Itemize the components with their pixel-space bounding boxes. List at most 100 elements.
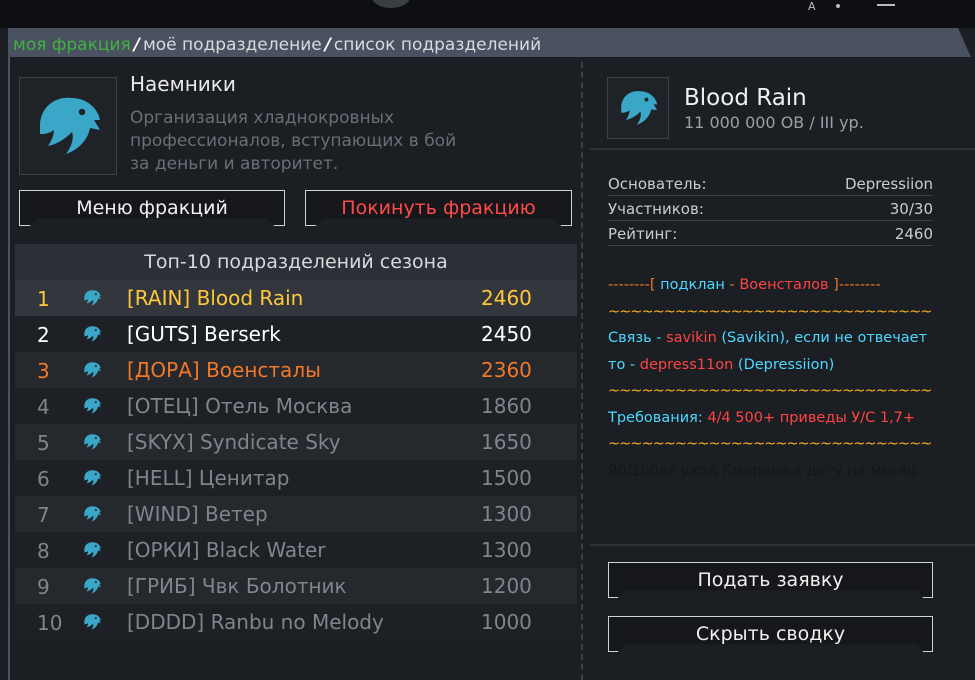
eagle-icon xyxy=(81,503,103,525)
founder-value: Depressiion xyxy=(844,175,933,193)
note-text: Военсталов xyxy=(739,277,829,293)
founder-label: Основатель: xyxy=(608,175,707,193)
eagle-icon xyxy=(81,539,103,561)
faction-menu-button[interactable]: Меню фракций xyxy=(19,190,285,226)
rating-value: 2460 xyxy=(894,225,933,243)
division-row-name: [ОРКИ] Black Water xyxy=(127,538,326,562)
rank-number: 10 xyxy=(37,611,63,635)
note-text: (Depressiion) xyxy=(733,356,835,373)
eagle-icon xyxy=(81,323,103,345)
note-text: --------[ xyxy=(608,277,661,293)
eagle-icon xyxy=(81,575,103,597)
division-row-score: 1650 xyxy=(481,430,532,454)
division-row-name: [SKYX] Syndicate Sky xyxy=(127,430,341,454)
division-row-name: [ОТЕЦ] Отель Москва xyxy=(127,394,353,418)
breadcrumb-my-division[interactable]: моё подразделение xyxy=(143,35,322,55)
status-indicator-dot xyxy=(836,4,840,8)
breadcrumb-separator: / xyxy=(324,35,331,55)
division-row-score: 2450 xyxy=(481,322,532,346)
breadcrumb-my-faction[interactable]: моя фракция xyxy=(13,35,131,55)
rating-row: Рейтинг: 2460 xyxy=(608,225,933,243)
note-text: savikin xyxy=(666,330,717,346)
division-row[interactable]: 5 [SKYX] Syndicate Sky 1650 xyxy=(15,424,577,460)
breadcrumb: моя фракция / моё подразделение / список под… xyxy=(13,35,541,55)
rank-number: 8 xyxy=(37,539,50,563)
leave-faction-button[interactable]: Покинуть фракцию xyxy=(305,190,572,226)
rank-number: 1 xyxy=(37,287,50,311)
note-wave: ~~~~~~~~~~~~~~~~~~~~~~~~~~~~~ xyxy=(608,303,932,320)
division-row-score: 1300 xyxy=(481,502,532,526)
eagle-icon xyxy=(81,359,103,381)
eagle-icon xyxy=(81,395,103,417)
eagle-icon xyxy=(81,431,103,453)
hide-summary-button[interactable]: Скрыть сводку xyxy=(608,616,933,652)
faction-name: Наемники xyxy=(130,72,236,96)
division-row[interactable]: 2 [GUTS] Berserk 2450 xyxy=(15,316,577,352)
note-line: 90/100кк уход Кмирана в доту на месяц xyxy=(608,462,917,479)
rank-number: 4 xyxy=(37,395,50,419)
division-row[interactable]: 9 [ГРИБ] Чвк Болотник 1200 xyxy=(15,568,577,604)
divider xyxy=(590,544,975,546)
apply-button[interactable]: Подать заявку xyxy=(608,562,933,598)
top-list-title: Топ-10 подразделений сезона xyxy=(15,244,577,280)
division-row-name: [RAIN] Blood Rain xyxy=(127,286,304,310)
note-line: то - depress11on (Depressiion) xyxy=(608,352,938,379)
division-subtitle: 11 000 000 ОВ / III ур. xyxy=(684,113,864,132)
members-label: Участников: xyxy=(608,200,704,218)
note-text: Требования: xyxy=(608,409,708,426)
note-wave: ~~~~~~~~~~~~~~~~~~~~~~~~~~~~~ xyxy=(608,436,932,452)
rank-number: 3 xyxy=(37,359,50,383)
top-list: 1 [RAIN] Blood Rain 2460 2 [GUTS] Berserk 245… xyxy=(15,280,577,640)
divider xyxy=(608,245,933,246)
note-text: depress11on xyxy=(639,356,734,373)
division-row[interactable]: 3 [ДОРА] Военсталы 2360 xyxy=(15,352,577,388)
faction-description: Организация хладнокровных профессионалов… xyxy=(130,108,457,174)
division-name: Blood Rain xyxy=(684,85,807,111)
division-row[interactable]: 4 [ОТЕЦ] Отель Москва 1860 xyxy=(15,388,577,424)
note-line: Связь - savikin (Savikin), если не отвеч… xyxy=(608,325,938,352)
divider xyxy=(608,220,933,221)
note-line: --------[ подклан - Военсталов ]-------- xyxy=(608,272,938,299)
members-row: Участников: 30/30 xyxy=(608,200,933,218)
division-row-score: 2460 xyxy=(481,286,532,310)
note-text: - xyxy=(651,330,667,346)
division-logo xyxy=(607,77,669,139)
division-row[interactable]: 7 [WIND] Ветер 1300 xyxy=(15,496,577,532)
division-row-score: 1000 xyxy=(481,610,532,634)
division-row[interactable]: 1 [RAIN] Blood Rain 2460 xyxy=(15,280,577,316)
rating-label: Рейтинг: xyxy=(608,225,678,243)
eagle-icon xyxy=(81,467,103,489)
division-row-score: 1300 xyxy=(481,538,532,562)
division-row[interactable]: 6 [HELL] Ценитар 1500 xyxy=(15,460,577,496)
founder-row: Основатель: Depressiion xyxy=(608,175,933,193)
breadcrumb-separator: / xyxy=(133,35,140,55)
division-row[interactable]: 8 [ОРКИ] Black Water 1300 xyxy=(15,532,577,568)
rank-number: 5 xyxy=(37,431,50,455)
note-text: 4/4 500+ приведы У/С 1,7+ xyxy=(707,409,916,426)
division-row-score: 2360 xyxy=(481,358,532,382)
note-text: то xyxy=(608,356,626,373)
members-value: 30/30 xyxy=(889,200,933,218)
division-row-name: [DDDD] Ranbu no Melody xyxy=(127,610,384,634)
eagle-icon xyxy=(81,611,103,633)
division-panel: Blood Rain 11 000 000 ОВ / III ур. Основ… xyxy=(590,62,975,680)
division-row-score: 1860 xyxy=(481,394,532,418)
breadcrumb-division-list[interactable]: список подразделений xyxy=(334,35,541,55)
division-row-name: [HELL] Ценитар xyxy=(127,466,290,490)
top-bar: A xyxy=(0,0,975,28)
rank-number: 6 xyxy=(37,467,50,491)
division-row[interactable]: 10 [DDDD] Ranbu no Melody 1000 xyxy=(15,604,577,640)
status-indicator-a: A xyxy=(808,0,816,13)
top-knob xyxy=(372,0,410,8)
note-text: ]-------- xyxy=(828,277,881,293)
note-text: подклан xyxy=(660,277,725,293)
division-row-name: [GUTS] Berserk xyxy=(127,322,281,346)
note-text: (Savikin), если не отвечает xyxy=(716,330,928,346)
faction-panel: Наемники Организация хладнокровных профе… xyxy=(15,62,577,680)
eagle-icon xyxy=(81,287,103,309)
panel-divider xyxy=(581,62,583,680)
note-text: - xyxy=(625,356,640,373)
rank-number: 7 xyxy=(37,503,50,527)
faction-logo xyxy=(19,77,117,175)
note-line: Требования: 4/4 500+ приведы У/С 1,7+ xyxy=(608,405,938,432)
